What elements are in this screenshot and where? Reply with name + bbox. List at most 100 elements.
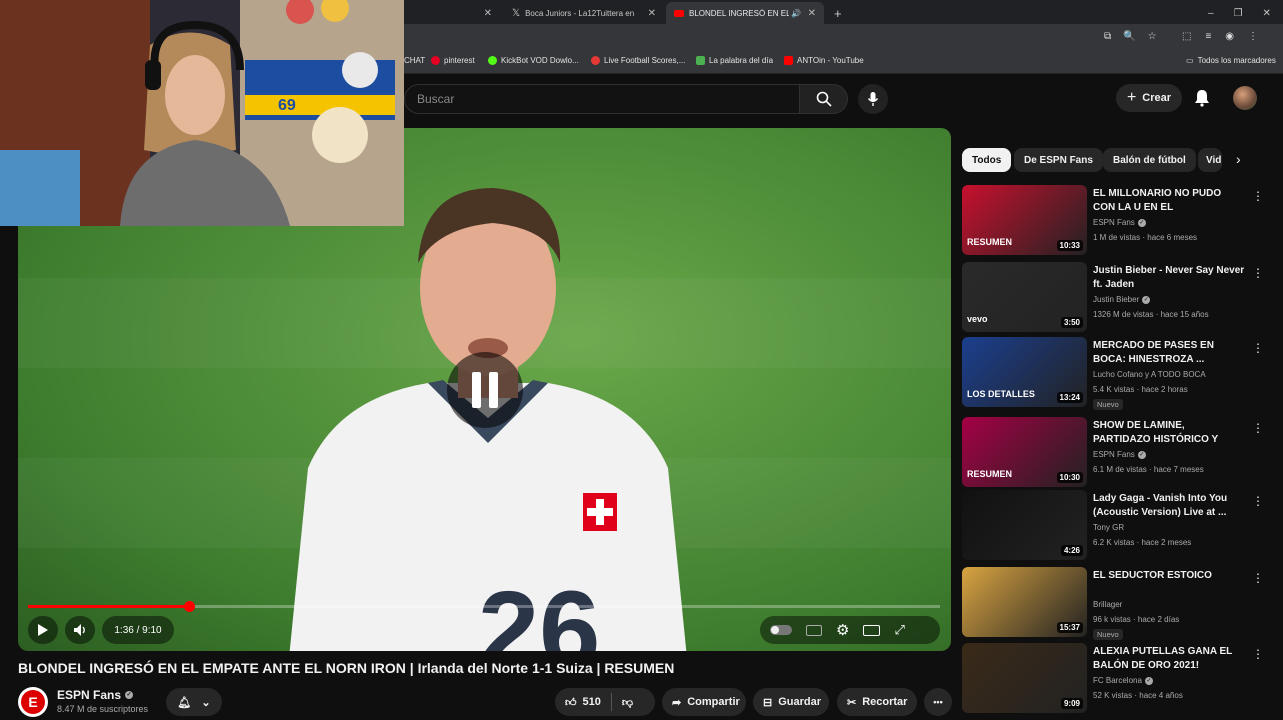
star-icon[interactable]: ☆ xyxy=(1148,31,1157,42)
video-thumbnail[interactable]: RESUMEN 10:30 xyxy=(962,417,1087,487)
bookmark-antoin[interactable]: ANTOin - YouTube xyxy=(784,56,864,65)
video-thumbnail[interactable]: 9:09 xyxy=(962,643,1087,713)
video-thumbnail[interactable]: 15:37 xyxy=(962,567,1087,637)
pause-button[interactable] xyxy=(447,352,523,428)
tab-boca[interactable]: 𝕏 Boca Juniors - La12Tuittera en ✕ xyxy=(504,2,664,24)
share-button[interactable]: ➦ Compartir xyxy=(662,688,746,716)
video-duration: 3:50 xyxy=(1060,317,1083,328)
search-button[interactable] xyxy=(800,84,848,114)
recommendation-item[interactable]: RESUMEN 10:30 SHOW DE LAMINE, PARTIDAZO … xyxy=(962,417,1272,489)
video-thumbnail[interactable]: LOS DETALLES 13:24 xyxy=(962,337,1087,407)
volume-button[interactable] xyxy=(65,616,95,644)
video-title[interactable]: EL SEDUCTOR ESTOICO xyxy=(1093,569,1245,583)
tab-close-previous[interactable]: ✕ xyxy=(404,2,500,24)
bookmark-livescores[interactable]: Live Football Scores,... xyxy=(591,56,685,65)
channel-name[interactable]: Tony GR xyxy=(1093,523,1124,532)
video-title[interactable]: Justin Bieber - Never Say Never ft. Jade… xyxy=(1093,264,1245,292)
maximize-icon[interactable]: ❐ xyxy=(1234,8,1243,19)
chip-espn-fans[interactable]: De ESPN Fans xyxy=(1014,148,1103,172)
more-vert-icon[interactable]: ⋮ xyxy=(1252,494,1264,508)
more-vert-icon[interactable]: ⋮ xyxy=(1252,571,1264,585)
media-icon[interactable]: ≡ xyxy=(1205,31,1211,42)
video-thumbnail[interactable]: 4:26 xyxy=(962,490,1087,560)
progress-bar[interactable] xyxy=(28,601,940,612)
folder-icon: ▭ xyxy=(1186,56,1194,65)
channel-name[interactable]: Lucho Cofano y A TODO BOCA xyxy=(1093,370,1206,379)
tab-youtube[interactable]: BLONDEL INGRESÓ EN EL E 🔊 ✕ xyxy=(666,2,824,24)
account-avatar[interactable] xyxy=(1233,86,1257,110)
channel-name-text: ESPN Fans xyxy=(1093,450,1135,459)
save-button[interactable]: ⊟ Guardar xyxy=(753,688,829,716)
channel-name[interactable]: Brillager xyxy=(1093,600,1122,609)
play-button[interactable] xyxy=(28,616,58,644)
search-placeholder: Buscar xyxy=(417,92,455,106)
like-button[interactable]: 👍︎ 510 xyxy=(565,696,601,709)
bookmark-palabra[interactable]: La palabra del día xyxy=(696,56,773,65)
recommendation-item[interactable]: 9:09 ALEXIA PUTELLAS GANA EL BALÓN DE OR… xyxy=(962,643,1272,715)
channel-name-text: ESPN Fans xyxy=(57,688,122,702)
chip-balon-futbol[interactable]: Balón de fútbol xyxy=(1103,148,1196,172)
recommendation-item[interactable]: vevo 3:50 Justin Bieber - Never Say Neve… xyxy=(962,262,1272,334)
more-vert-icon[interactable]: ⋮ xyxy=(1252,341,1264,355)
subtitles-icon[interactable] xyxy=(806,624,822,636)
channel-name[interactable]: Justin Bieber ✓ xyxy=(1093,295,1151,304)
channel-name[interactable]: ESPN Fans ✓ xyxy=(1093,218,1146,227)
video-thumbnail[interactable]: vevo 3:50 xyxy=(962,262,1087,332)
more-actions-button[interactable]: ••• xyxy=(924,688,952,716)
video-title[interactable]: Lady Gaga - Vanish Into You (Acoustic Ve… xyxy=(1093,492,1245,520)
bookmark-pinterest[interactable]: pinterest xyxy=(431,56,475,65)
theater-mode-icon[interactable] xyxy=(863,624,881,636)
recommendation-item[interactable]: LOS DETALLES 13:24 MERCADO DE PASES EN B… xyxy=(962,337,1272,410)
video-title[interactable]: ALEXIA PUTELLAS GANA EL BALÓN DE ORO 202… xyxy=(1093,645,1245,673)
close-icon[interactable]: ✕ xyxy=(648,8,656,19)
more-vert-icon[interactable]: ⋮ xyxy=(1252,647,1264,661)
extensions-icon[interactable]: ⬚ xyxy=(1182,31,1191,42)
channel-name[interactable]: ESPN Fans ✓ xyxy=(1093,450,1146,459)
channel-name-text: Brillager xyxy=(1093,600,1123,609)
close-window-icon[interactable]: ✕ xyxy=(1263,8,1271,19)
recommendation-item[interactable]: 15:37 EL SEDUCTOR ESTOICO Brillager 96 k… xyxy=(962,567,1272,640)
search-input[interactable]: Buscar xyxy=(404,84,800,114)
webcam-scene: 69 xyxy=(0,0,404,226)
notifications-button[interactable] xyxy=(1190,86,1214,110)
bookmark-chat[interactable]: CHAT xyxy=(404,56,425,65)
channel-avatar[interactable]: E xyxy=(18,687,48,717)
all-bookmarks[interactable]: ▭ Todos los marcadores xyxy=(1186,56,1276,65)
settings-icon[interactable]: ⚙ xyxy=(836,621,849,639)
close-icon[interactable]: ✕ xyxy=(808,8,816,19)
speaker-icon[interactable]: 🔊 xyxy=(791,9,801,18)
video-meta: 1 M de vistas · hace 6 meses xyxy=(1093,233,1198,242)
recommendation-item[interactable]: 4:26 Lady Gaga - Vanish Into You (Acoust… xyxy=(962,490,1272,562)
more-vert-icon[interactable]: ⋮ xyxy=(1252,266,1264,280)
channel-name[interactable]: FC Barcelona ✓ xyxy=(1093,676,1153,685)
thumbs-down-icon[interactable]: 👎︎ xyxy=(622,696,633,709)
more-vert-icon[interactable]: ⋮ xyxy=(1252,189,1264,203)
video-title[interactable]: EL MILLONARIO NO PUDO CON LA U EN EL MON… xyxy=(1093,187,1245,215)
menu-icon[interactable]: ⋮ xyxy=(1248,31,1258,42)
recommendation-item[interactable]: RESUMEN 10:33 EL MILLONARIO NO PUDO CON … xyxy=(962,185,1272,257)
close-icon[interactable]: ✕ xyxy=(484,8,492,19)
more-vert-icon[interactable]: ⋮ xyxy=(1252,421,1264,435)
chevron-right-icon[interactable]: › xyxy=(1236,151,1241,167)
zoom-icon[interactable]: 🔍 xyxy=(1123,31,1135,42)
progress-scrubber[interactable] xyxy=(183,601,195,612)
fullscreen-icon[interactable]: ⤢ xyxy=(894,622,904,638)
voice-search-button[interactable] xyxy=(858,84,888,114)
new-tab-button[interactable]: + xyxy=(826,2,846,24)
video-thumbnail[interactable]: RESUMEN 10:33 xyxy=(962,185,1087,255)
bookmark-label: pinterest xyxy=(444,56,475,65)
autoplay-toggle[interactable] xyxy=(770,625,792,635)
chip-videos[interactable]: Vid xyxy=(1198,148,1222,172)
video-title[interactable]: SHOW DE LAMINE, PARTIDAZO HISTÓRICO Y EM… xyxy=(1093,419,1245,447)
channel-name[interactable]: ESPN Fans ✓ xyxy=(57,688,134,702)
video-title[interactable]: MERCADO DE PASES EN BOCA: HINESTROZA ... xyxy=(1093,339,1245,367)
create-button[interactable]: + Crear xyxy=(1116,84,1182,112)
profile-icon[interactable]: ◉ xyxy=(1225,31,1234,42)
bookmark-kickbot[interactable]: KickBot VOD Dowlo... xyxy=(488,56,579,65)
chip-todos[interactable]: Todos xyxy=(962,148,1012,172)
mic-icon xyxy=(867,92,879,106)
cast-icon[interactable]: ⧉ xyxy=(1104,31,1111,42)
notifications-subscribe-button[interactable]: 🔔︎ ⌄ xyxy=(166,688,222,716)
minimize-icon[interactable]: – xyxy=(1208,8,1214,19)
clip-button[interactable]: ✂ Recortar xyxy=(837,688,917,716)
